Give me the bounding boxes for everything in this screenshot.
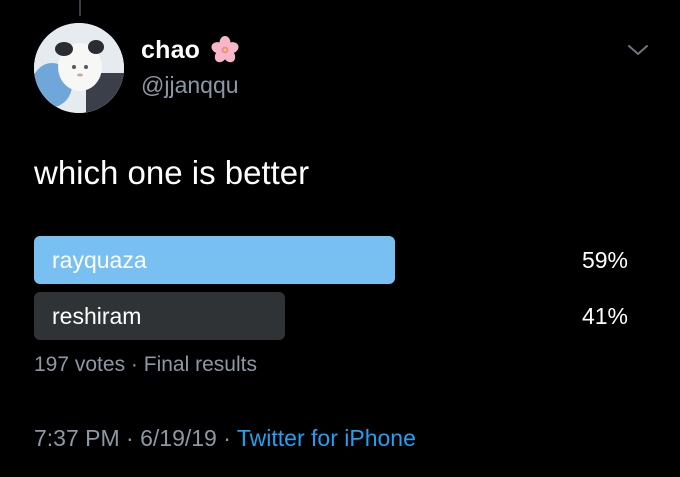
thread-connector-line — [79, 0, 81, 16]
poll-vote-count: 197 votes — [34, 353, 126, 376]
poll-option-label: rayquaza — [52, 247, 147, 273]
poll-summary: 197 votes · Final results — [34, 351, 257, 379]
chevron-down-icon[interactable] — [626, 41, 650, 59]
avatar[interactable] — [34, 23, 124, 113]
user-name-row[interactable]: chao — [141, 35, 240, 65]
user-handle[interactable]: @jjanqqu — [141, 71, 239, 99]
separator-dot: · — [216, 425, 237, 451]
separator-dot: · — [125, 353, 144, 376]
separator-dot: · — [119, 425, 141, 451]
tweet-source-link[interactable]: Twitter for iPhone — [237, 425, 416, 451]
display-name[interactable]: chao — [141, 36, 200, 64]
poll-option-percent: 59% — [581, 247, 628, 273]
avatar-image — [34, 23, 124, 113]
poll-option-label: reshiram — [52, 303, 142, 329]
tweet-timestamp-row: 7:37 PM · 6/19/19 · Twitter for iPhone — [34, 423, 416, 453]
tweet-date[interactable]: 6/19/19 — [140, 425, 217, 451]
tweet-time[interactable]: 7:37 PM — [34, 425, 120, 451]
cherry-blossom-icon — [211, 36, 239, 63]
tweet-text: which one is better — [34, 154, 310, 191]
poll-status: Final results — [143, 353, 257, 376]
poll-option-percent: 41% — [581, 303, 628, 329]
poll-option-rayquaza: rayquaza 59% — [34, 236, 628, 284]
poll-option-reshiram: reshiram 41% — [34, 292, 628, 340]
